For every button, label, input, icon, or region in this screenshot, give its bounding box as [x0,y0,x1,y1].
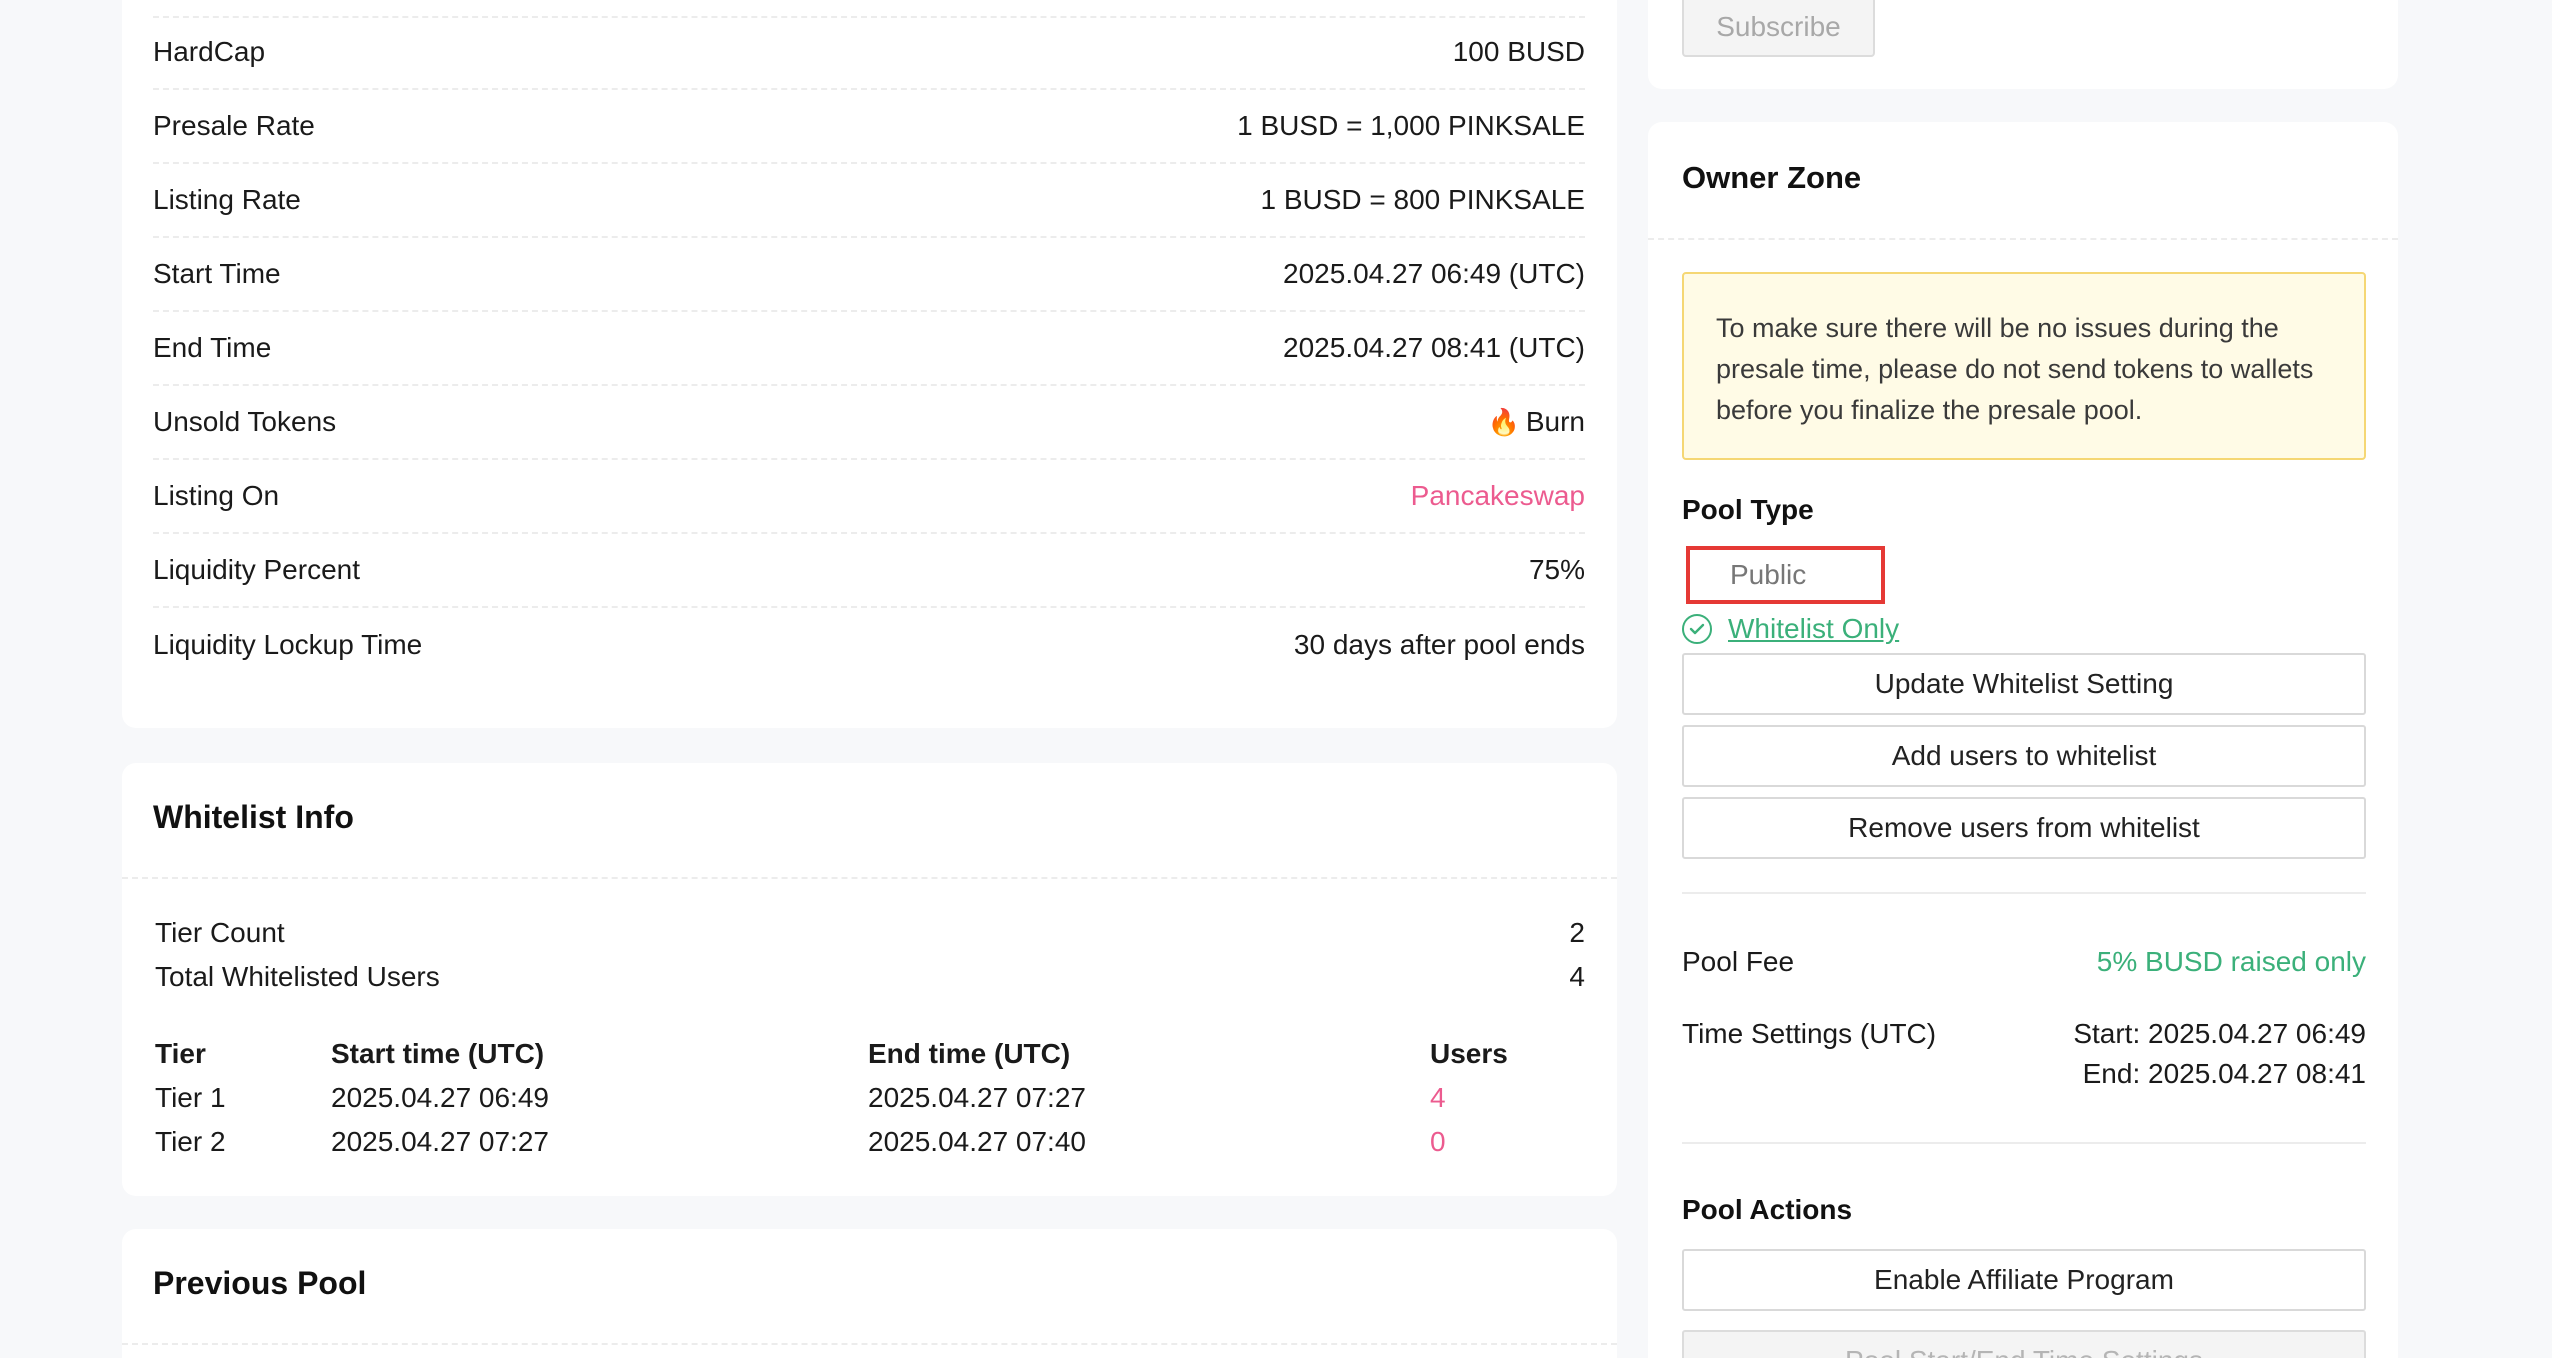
time-settings-end: End: 2025.04.27 08:41 [2082,1058,2366,1089]
owner-zone-card: Owner Zone To make sure there will be no… [1648,122,2398,1358]
info-row-end-time: End Time 2025.04.27 08:41 (UTC) [153,312,1585,386]
info-label: HardCap [153,36,266,67]
previous-pool-title: Previous Pool [153,1265,367,1301]
total-whitelisted-value: 4 [1569,961,1585,992]
column-header: Start time (UTC) [331,1038,545,1069]
tier-name: Tier 1 [155,1082,226,1113]
info-value: 2025.04.27 06:49 (UTC) [1283,258,1585,289]
subscribe-button[interactable]: Subscribe [1682,0,1875,57]
previous-pool-card: Previous Pool [122,1229,1617,1358]
column-header: Users [1430,1038,1508,1069]
pool-fee-label: Pool Fee [1682,946,1795,977]
info-row-liquidity-lockup: Liquidity Lockup Time 30 days after pool… [153,608,1585,682]
pool-actions-label: Pool Actions [1682,1194,1853,1225]
info-row-listing-on: Listing On Pancakeswap [153,460,1585,534]
total-whitelisted-label: Total Whitelisted Users [155,961,440,992]
add-users-to-whitelist-button[interactable]: Add users to whitelist [1682,725,2366,787]
total-whitelisted-row: Total Whitelisted Users 4 [155,957,1585,997]
tier-end: 2025.04.27 07:40 [868,1126,1086,1157]
info-value: 75% [1528,554,1585,585]
tier-count-label: Tier Count [155,917,285,948]
time-settings-row: Time Settings (UTC) Start: 2025.04.27 06… [1682,1014,2366,1094]
time-settings-label: Time Settings (UTC) [1682,1018,1937,1049]
info-label: Listing Rate [153,184,301,215]
info-label: Liquidity Lockup Time [153,629,423,660]
pool-type-label: Pool Type [1682,494,1814,525]
tier-start: 2025.04.27 07:27 [331,1126,549,1157]
tier-start: 2025.04.27 06:49 [331,1082,549,1113]
tier-users-link[interactable]: 4 [1430,1077,1446,1119]
info-value: 2025.04.27 08:41 (UTC) [1283,332,1585,363]
info-row-unsold-tokens: Unsold Tokens 🔥 Burn [153,386,1585,460]
info-row-hardcap: HardCap 100 BUSD [153,16,1585,90]
column-header: Tier [155,1038,206,1069]
pool-fee-row: Pool Fee 5% BUSD raised only [1682,942,2366,982]
pool-type-public-option[interactable]: Public [1686,546,1885,604]
divider [1682,892,2366,894]
info-row-presale-rate: Presale Rate 1 BUSD = 1,000 PINKSALE [153,90,1585,164]
divider [1648,238,2398,240]
pool-type-whitelist-option[interactable]: Whitelist Only [1682,611,1899,647]
info-row-listing-rate: Listing Rate 1 BUSD = 800 PINKSALE [153,164,1585,238]
pool-start-end-time-settings-button[interactable]: Pool Start/End Time Settings [1682,1330,2366,1358]
info-label: End Time [153,332,272,363]
info-row-start-time: Start Time 2025.04.27 06:49 (UTC) [153,238,1585,312]
info-label: Listing On [153,480,280,511]
tier-count-value: 2 [1569,917,1585,948]
table-row: Tier 1 2025.04.27 06:49 2025.04.27 07:27… [155,1077,1585,1119]
info-row-liquidity-percent: Liquidity Percent 75% [153,534,1585,608]
info-value: 100 BUSD [1452,36,1585,67]
pool-fee-value: 5% BUSD raised only [2096,946,2366,977]
update-whitelist-setting-button[interactable]: Update Whitelist Setting [1682,653,2366,715]
unsold-tokens-value: Burn [1525,406,1585,437]
pool-info-card: HardCap 100 BUSD Presale Rate 1 BUSD = 1… [122,0,1617,728]
tier-table-header: Tier Start time (UTC) End time (UTC) Use… [155,1033,1585,1075]
info-value: 🔥 Burn [1487,406,1585,438]
check-circle-icon [1682,614,1712,644]
info-label: Unsold Tokens [153,406,337,437]
tier-users-link[interactable]: 0 [1430,1121,1446,1163]
enable-affiliate-program-button[interactable]: Enable Affiliate Program [1682,1249,2366,1311]
remove-users-from-whitelist-button[interactable]: Remove users from whitelist [1682,797,2366,859]
column-header: End time (UTC) [868,1038,1071,1069]
info-value: 30 days after pool ends [1293,629,1585,660]
time-settings-start: Start: 2025.04.27 06:49 [2073,1018,2366,1049]
info-value: 1 BUSD = 800 PINKSALE [1260,184,1585,215]
warning-alert: To make sure there will be no issues dur… [1682,272,2366,460]
pool-type-public-label: Public [1730,559,1807,590]
tier-name: Tier 2 [155,1126,226,1157]
tier-end: 2025.04.27 07:27 [868,1082,1086,1113]
table-row: Tier 2 2025.04.27 07:27 2025.04.27 07:40… [155,1121,1585,1163]
info-label: Start Time [153,258,281,289]
pool-type-whitelist-label: Whitelist Only [1728,613,1900,644]
divider [122,877,1617,879]
info-label: Presale Rate [153,110,315,141]
whitelist-info-card: Whitelist Info Tier Count 2 Total Whitel… [122,763,1617,1196]
divider [1682,1142,2366,1144]
divider [122,1343,1617,1345]
subscribe-card: Subscribe [1648,0,2398,89]
pancakeswap-link[interactable]: Pancakeswap [1411,480,1585,512]
info-label: Liquidity Percent [153,554,361,585]
tier-count-row: Tier Count 2 [155,913,1585,953]
whitelist-info-title: Whitelist Info [153,799,354,835]
info-value: 1 BUSD = 1,000 PINKSALE [1237,110,1585,141]
owner-zone-title: Owner Zone [1682,160,1862,195]
fire-icon: 🔥 [1487,407,1520,437]
